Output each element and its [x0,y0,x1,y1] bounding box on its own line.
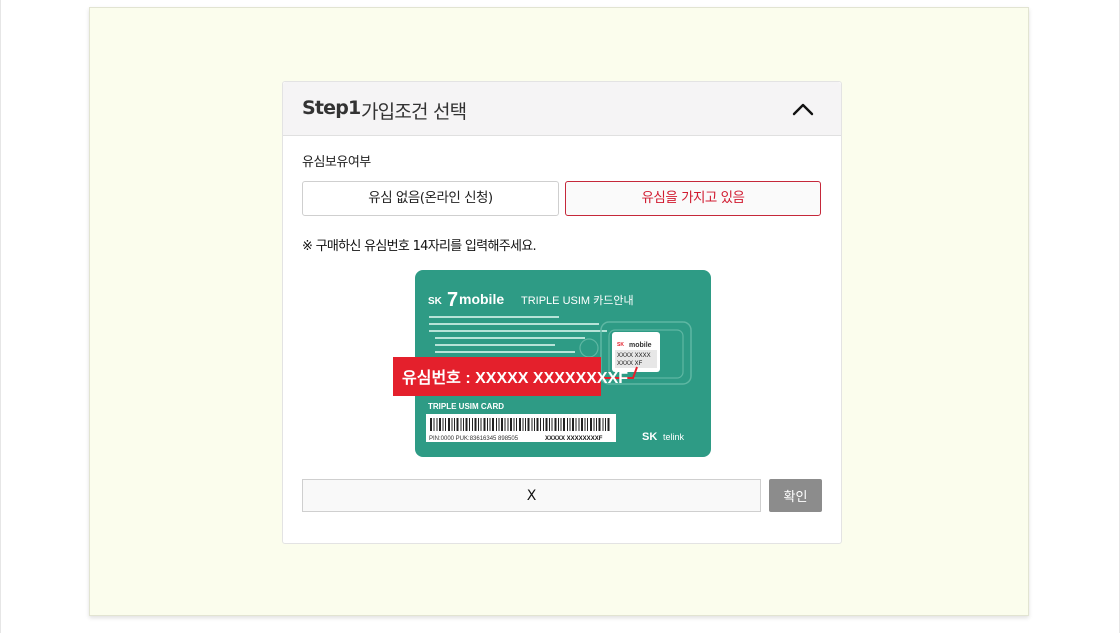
barcode-bar [590,418,592,431]
barcode-bar [558,418,559,431]
option-no-usim-button[interactable]: 유심 없음(온라인 신청) [302,181,559,216]
barcode [430,418,610,431]
barcode-bar [463,418,464,431]
barcode-bar [448,418,450,431]
barcode-bar [540,418,541,431]
barcode-bar [498,418,500,431]
barcode-bar [560,418,562,431]
step-header[interactable]: Step1 가입조건 선택 [283,82,841,136]
barcode-bar [489,418,491,431]
step-title: 가입조건 선택 [361,101,467,123]
barcode-bar [442,418,444,431]
barcode-bar [531,418,533,431]
barcode-bar [465,418,468,431]
barcode-bar [504,418,506,431]
barcode-bar [439,418,441,431]
chip-brand-sk: SK [617,342,624,348]
barcode-bar [501,418,503,431]
barcode-bar [587,418,588,431]
barcode-bar [578,418,580,431]
barcode-bar [554,418,557,431]
barcode-bar [496,418,497,431]
barcode-bar [451,418,453,431]
card-label: TRIPLE USIM CARD [428,402,504,411]
step-card: Step1 가입조건 선택 유심보유여부 유심 없음(온라인 신청) 유심을 가… [282,81,842,544]
barcode-bar [456,418,459,431]
barcode-bar [454,418,455,431]
barcode-bar [581,418,583,431]
barcode-bar [430,418,432,431]
barcode-bar [433,418,435,431]
confirm-button[interactable]: 확인 [769,479,822,512]
barcode-bar [469,418,470,431]
barcode-bar [460,418,462,431]
barcode-bar [516,418,517,431]
barcode-bar [492,418,494,431]
card-brand-sk: SK [428,296,443,307]
step-number: Step1 [302,97,361,119]
option-have-usim-button[interactable]: 유심을 가지고 있음 [565,181,821,216]
barcode-bar [584,418,586,431]
barcode-bar [513,418,515,431]
footer-logo-sk: SK [642,431,657,443]
barcode-bar [567,418,568,431]
barcode-bar [549,418,550,431]
chip-number-line-1: XXXX XXXX [617,353,651,359]
barcode-bar [510,418,512,431]
barcode-bar [575,418,577,431]
barcode-bar [551,418,553,431]
chevron-up-icon[interactable] [791,98,815,120]
chip-number-line-2: XXXX XF [617,361,643,367]
barcode-bar [483,418,486,431]
barcode-bar [480,418,482,431]
barcode-bar [474,418,477,431]
card-code-line: PIN:0000 PUK:83616345 898505 [429,436,519,442]
barcode-bar [598,418,601,431]
barcode-bar [478,418,479,431]
barcode-bar [436,418,438,431]
barcode-bar [545,418,548,431]
card-brand-mobile: mobile [459,291,504,307]
barcode-bar [522,418,524,431]
footer-logo-telink: telink [663,432,685,442]
barcode-bar [487,418,488,431]
barcode-bar [519,418,521,431]
card-code-highlight: XXXXX XXXXXXXXF [545,436,603,442]
barcode-bar [605,418,606,431]
usim-number-input[interactable] [302,479,761,512]
barcode-bar [507,418,509,431]
seven-logo-icon: 7 [447,289,458,311]
barcode-bar [607,418,610,431]
card-title: TRIPLE USIM 카드안내 [521,294,634,307]
barcode-bar [527,418,530,431]
barcode-bar [472,418,473,431]
barcode-bar [602,418,604,431]
usim-ownership-label: 유심보유여부 [302,155,371,170]
barcode-bar [593,418,595,431]
barcode-bar [569,418,571,431]
barcode-bar [543,418,544,431]
barcode-bar [563,418,565,431]
barcode-bar [536,418,539,431]
barcode-bar [596,418,597,431]
chip-brand-mobile: mobile [629,342,652,349]
content-panel: Step1 가입조건 선택 유심보유여부 유심 없음(온라인 신청) 유심을 가… [89,7,1029,616]
usim-card-guide-image: SK 7 mobile TRIPLE USIM 카드안내 SK mobile X… [393,270,713,470]
usim-number-notice: ※ 구매하신 유심번호 14자리를 입력해주세요. [302,239,537,254]
barcode-bar [572,418,574,431]
barcode-bar [534,418,535,431]
usim-number-callout-text: 유심번호 : XXXXX XXXXXXXXF [402,369,628,387]
barcode-bar [445,418,446,431]
barcode-bar [525,418,526,431]
